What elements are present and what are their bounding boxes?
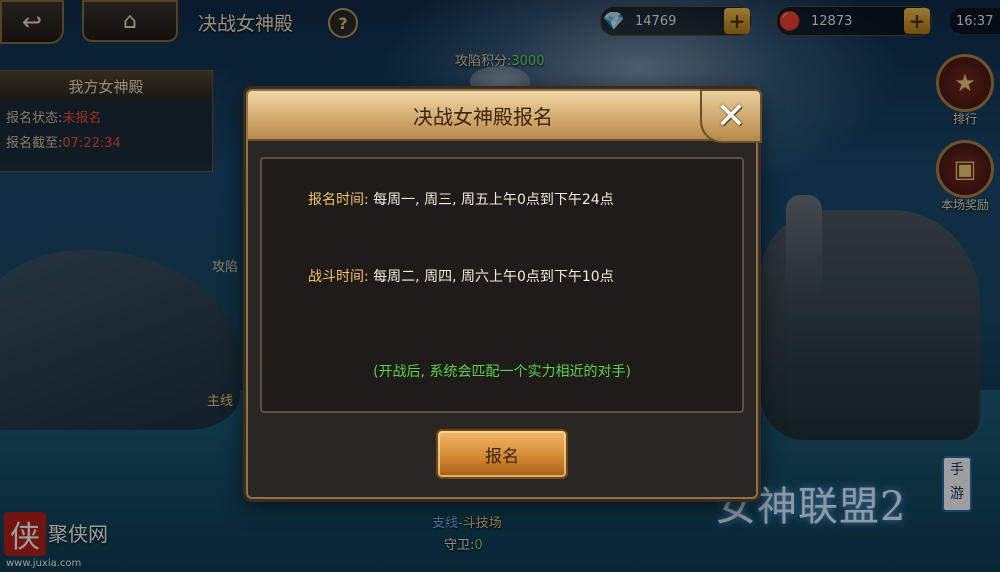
battle-time-label: 战斗时间:	[308, 269, 369, 285]
dialog-content: 报名时间: 每周一, 周三, 周五上午0点到下午24点 战斗时间: 每周二, 周…	[260, 157, 744, 413]
signup-dialog: 决战女神殿报名 ✕ 报名时间: 每周一, 周三, 周五上午0点到下午24点 战斗…	[246, 89, 762, 499]
matchmaking-note: (开战后, 系统会匹配一个实力相近的对手)	[373, 364, 631, 380]
close-icon: ✕	[715, 95, 747, 137]
battle-time-value: 每周二, 周四, 周六上午0点到下午10点	[373, 269, 614, 285]
close-button[interactable]: ✕	[700, 89, 762, 143]
battle-time-row: 战斗时间: 每周二, 周四, 周六上午0点到下午10点	[308, 266, 614, 286]
signup-time-row: 报名时间: 每周一, 周三, 周五上午0点到下午24点	[308, 189, 614, 209]
signup-button[interactable]: 报名	[436, 429, 568, 479]
dialog-title: 决战女神殿报名	[413, 104, 553, 129]
signup-time-label: 报名时间:	[308, 192, 369, 208]
signup-time-value: 每周一, 周三, 周五上午0点到下午24点	[373, 192, 614, 208]
